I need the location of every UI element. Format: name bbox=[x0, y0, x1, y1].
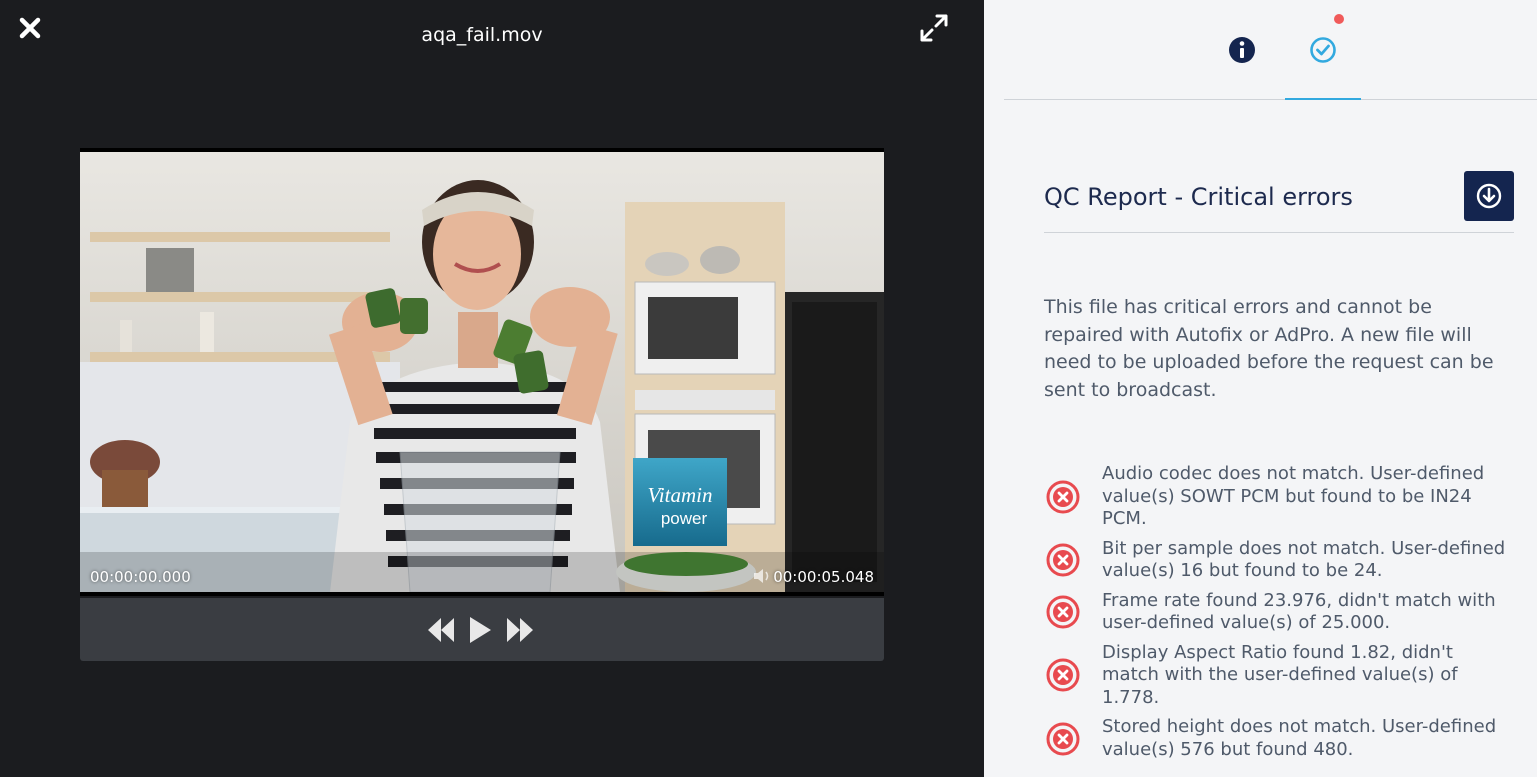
tab-qc-report[interactable] bbox=[1285, 26, 1361, 100]
check-circle-icon bbox=[1310, 37, 1336, 63]
error-icon bbox=[1046, 543, 1080, 577]
error-item: Audio codec does not match. User-defined… bbox=[1044, 463, 1514, 531]
tab-info[interactable] bbox=[1204, 26, 1280, 100]
download-icon bbox=[1476, 183, 1502, 209]
expand-icon bbox=[920, 14, 948, 42]
error-item: Bit per sample does not match. User-defi… bbox=[1044, 538, 1514, 583]
file-name-title: aqa_fail.mov bbox=[421, 24, 543, 46]
error-text: Audio codec does not match. User-defined… bbox=[1102, 463, 1485, 529]
video-viewport[interactable]: Vitamin power 00:00:00.000 00:00:05.048 bbox=[80, 148, 884, 596]
error-list: Audio codec does not match. User-defined… bbox=[1044, 463, 1514, 768]
info-icon bbox=[1229, 37, 1255, 63]
power-logo-text: power bbox=[661, 509, 708, 528]
video-player-pane: aqa_fail.mov Vitamin power 00:00:00.000 … bbox=[0, 0, 984, 777]
report-title: QC Report - Critical errors bbox=[1044, 183, 1353, 211]
volume-icon[interactable] bbox=[752, 568, 772, 584]
error-item: Display Aspect Ratio found 1.82, didn't … bbox=[1044, 642, 1514, 710]
total-duration: 00:00:05.048 bbox=[773, 568, 874, 586]
fullscreen-button[interactable] bbox=[918, 12, 950, 44]
error-text: Bit per sample does not match. User-defi… bbox=[1102, 537, 1506, 582]
video-frame-image: Vitamin power bbox=[80, 152, 884, 592]
notification-dot bbox=[1334, 14, 1344, 24]
download-report-button[interactable] bbox=[1464, 171, 1514, 221]
rewind-icon[interactable] bbox=[426, 616, 456, 644]
title-divider bbox=[1044, 232, 1514, 233]
error-item: Stored height does not match. User-defin… bbox=[1044, 716, 1514, 761]
play-icon[interactable] bbox=[467, 616, 493, 644]
current-time: 00:00:00.000 bbox=[90, 568, 191, 586]
error-item: Frame rate found 23.976, didn't match wi… bbox=[1044, 590, 1514, 635]
error-text: Stored height does not match. User-defin… bbox=[1102, 716, 1497, 760]
fast-forward-icon[interactable] bbox=[505, 616, 535, 644]
error-icon bbox=[1046, 480, 1080, 514]
error-icon bbox=[1046, 722, 1080, 755]
error-icon bbox=[1046, 658, 1080, 692]
qc-report-pane: QC Report - Critical errors This file ha… bbox=[984, 0, 1537, 777]
vitamin-logo-text: Vitamin bbox=[648, 483, 713, 507]
playback-controls bbox=[80, 598, 884, 661]
error-icon bbox=[1046, 595, 1080, 629]
error-text: Display Aspect Ratio found 1.82, didn't … bbox=[1102, 641, 1458, 708]
error-text: Frame rate found 23.976, didn't match wi… bbox=[1102, 589, 1496, 634]
report-tabs bbox=[1004, 0, 1537, 100]
report-description: This file has critical errors and cannot… bbox=[1044, 296, 1494, 401]
